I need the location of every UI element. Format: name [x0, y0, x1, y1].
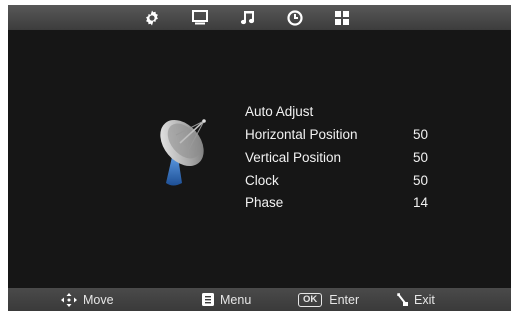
- hint-bar: Move Menu OK Enter Exit: [8, 288, 511, 311]
- hint-exit-label: Exit: [414, 292, 435, 307]
- hint-menu: Menu: [202, 288, 251, 311]
- hint-exit: Exit: [397, 288, 435, 311]
- hint-enter-label: Enter: [329, 292, 360, 307]
- move-arrows-icon: [61, 292, 77, 307]
- exit-icon: [397, 293, 408, 306]
- menu-item-clock[interactable]: Clock 50: [245, 171, 485, 191]
- menu-item-value: 14: [413, 195, 429, 210]
- tab-bar: [8, 5, 511, 30]
- menu-item-label: Auto Adjust: [245, 104, 314, 119]
- tab-settings[interactable]: [141, 7, 163, 28]
- hint-menu-label: Menu: [220, 292, 252, 307]
- menu-item-label: Phase: [245, 195, 284, 210]
- menu-item-label: Vertical Position: [245, 150, 342, 165]
- ok-key-icon: OK: [298, 292, 323, 307]
- gear-icon: [146, 10, 158, 25]
- satellite-dish-icon: [160, 119, 206, 186]
- tab-option[interactable]: [331, 7, 353, 28]
- music-note-icon: [240, 11, 254, 25]
- menu-item-label: Horizontal Position: [245, 127, 358, 142]
- menu-item-horizontal-position[interactable]: Horizontal Position 50: [245, 125, 485, 145]
- tab-time[interactable]: [284, 7, 306, 28]
- tab-picture[interactable]: [189, 7, 211, 28]
- menu-item-label: Clock: [245, 173, 279, 188]
- menu-item-value: 50: [413, 173, 429, 188]
- menu-icon: [202, 293, 214, 306]
- hint-enter: OK Enter: [298, 288, 359, 311]
- hint-move: Move: [61, 288, 114, 311]
- clock-icon: [287, 9, 303, 26]
- osd-screen: Auto Adjust Horizontal Position 50 Verti…: [8, 5, 511, 311]
- monitor-icon: [192, 10, 208, 25]
- menu-item-vertical-position[interactable]: Vertical Position 50: [245, 148, 485, 168]
- grid-icon: [335, 10, 349, 25]
- menu-item-phase[interactable]: Phase 14: [245, 193, 485, 213]
- menu-item-value: 50: [413, 127, 429, 142]
- hint-move-label: Move: [83, 292, 114, 307]
- menu-item-value: 50: [413, 150, 429, 165]
- tab-sound[interactable]: [236, 7, 258, 28]
- menu-item-auto-adjust[interactable]: Auto Adjust: [245, 102, 485, 122]
